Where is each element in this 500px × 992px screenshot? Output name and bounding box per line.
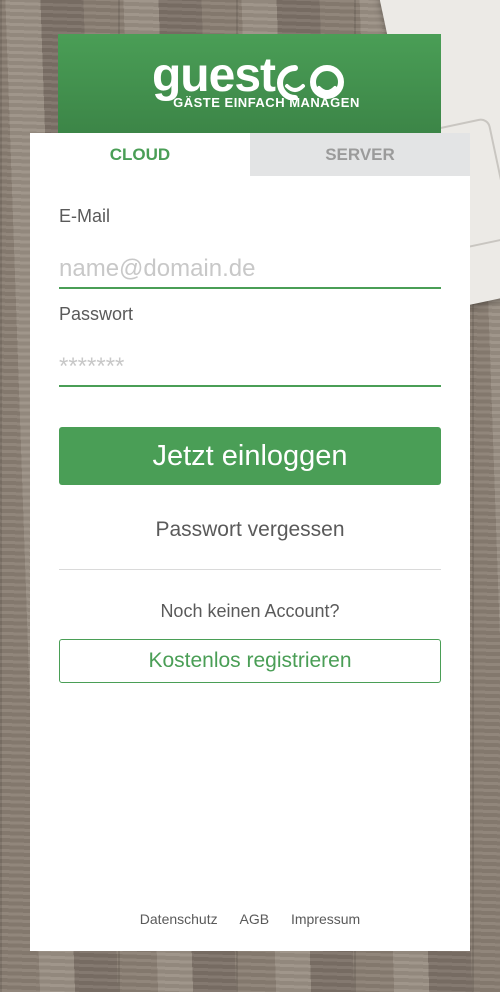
forgot-password-link[interactable]: Passwort vergessen	[59, 518, 441, 542]
footer-link-privacy[interactable]: Datenschutz	[140, 911, 218, 927]
email-label: E-Mail	[59, 206, 111, 226]
login-tabs: CLOUD SERVER	[30, 133, 470, 176]
brand-tagline: GÄSTE EINFACH MANAGEN	[173, 95, 360, 110]
register-button[interactable]: Kostenlos registrieren	[59, 639, 441, 683]
email-field[interactable]	[59, 251, 441, 289]
divider	[59, 569, 441, 570]
footer-links: Datenschutz AGB Impressum	[30, 911, 470, 927]
brand-header: guest GÄSTE EINFACH MANAGEN	[58, 34, 441, 134]
no-account-prompt: Noch keinen Account?	[160, 601, 340, 621]
login-button[interactable]: Jetzt einloggen	[59, 427, 441, 485]
infinity-loop-icon	[277, 65, 344, 100]
footer-link-imprint[interactable]: Impressum	[291, 911, 360, 927]
password-label: Passwort	[59, 304, 134, 324]
tab-server[interactable]: SERVER	[250, 133, 470, 176]
tab-cloud[interactable]: CLOUD	[30, 133, 250, 176]
footer-link-terms[interactable]: AGB	[240, 911, 270, 927]
login-card: CLOUD SERVER E-Mail Passwort Jetzt einlo…	[30, 133, 470, 951]
password-field[interactable]	[59, 349, 441, 387]
